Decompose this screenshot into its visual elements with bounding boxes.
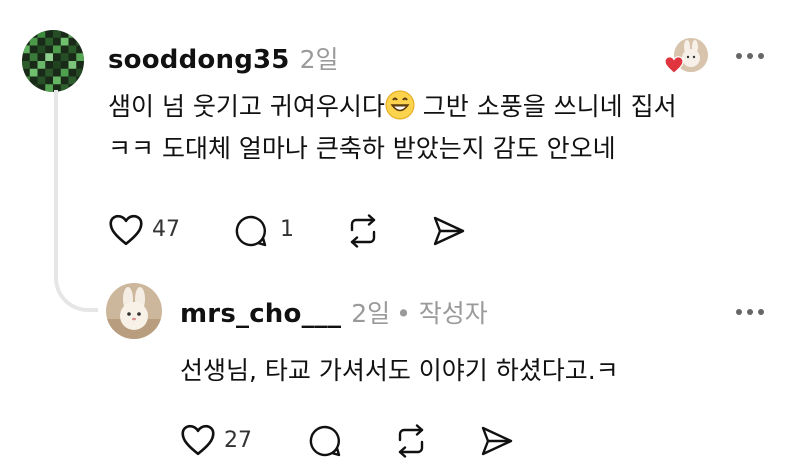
reply-username[interactable]: mrs_cho___ xyxy=(180,299,341,329)
reply-more-options-icon[interactable] xyxy=(735,308,765,316)
reply-text: 선생님, 타교 가셔서도 이야기 하셨다고.ㅋ xyxy=(180,356,619,385)
author-badge: • 작성자 xyxy=(396,299,488,328)
reply-repost-icon[interactable] xyxy=(394,424,428,458)
reply-share-icon[interactable] xyxy=(480,424,514,458)
reply-header: mrs_cho___ 2일 • 작성자 xyxy=(180,294,488,329)
comment-icon[interactable] xyxy=(234,214,268,248)
comment-text: 샘이 넘 웃기고 귀여우시다 그반 소풍을 쓰니네 집서 ㅋㅋ 도대체 얼마나 … xyxy=(108,86,748,170)
avatar-image xyxy=(22,30,84,92)
comment-text-line2: ㅋㅋ 도대체 얼마나 큰축하 받았는지 감도 안오네 xyxy=(108,134,616,163)
heart-icon[interactable] xyxy=(108,214,144,246)
author-liked-indicator[interactable] xyxy=(664,38,708,78)
heart-filled-icon xyxy=(664,56,684,74)
reply-timestamp: 2일 xyxy=(351,299,391,328)
avatar-mrs-cho[interactable] xyxy=(106,283,162,339)
comment-text-line1-cont: 그반 소풍을 쓰니네 집서 xyxy=(414,92,677,121)
comment-username[interactable]: sooddong35 xyxy=(108,45,290,75)
comment-header: sooddong35 2일 xyxy=(108,40,339,75)
repost-icon[interactable] xyxy=(346,214,380,248)
share-icon[interactable] xyxy=(432,214,466,248)
comment-like-count: 47 xyxy=(152,217,180,242)
reply-heart-icon[interactable] xyxy=(180,424,216,456)
avatar-image xyxy=(106,283,162,339)
grinning-emoji-icon xyxy=(385,90,415,120)
thread-connector-line xyxy=(54,90,98,312)
comment-reply-count: 1 xyxy=(280,217,294,242)
reply-comment-icon[interactable] xyxy=(308,424,342,458)
comment-timestamp: 2일 xyxy=(299,45,339,74)
comment-text-line1: 샘이 넘 웃기고 귀여우시다 xyxy=(108,92,385,121)
avatar-sooddong35[interactable] xyxy=(22,30,84,92)
reply-like-count: 27 xyxy=(224,428,252,453)
more-options-icon[interactable] xyxy=(735,52,765,60)
